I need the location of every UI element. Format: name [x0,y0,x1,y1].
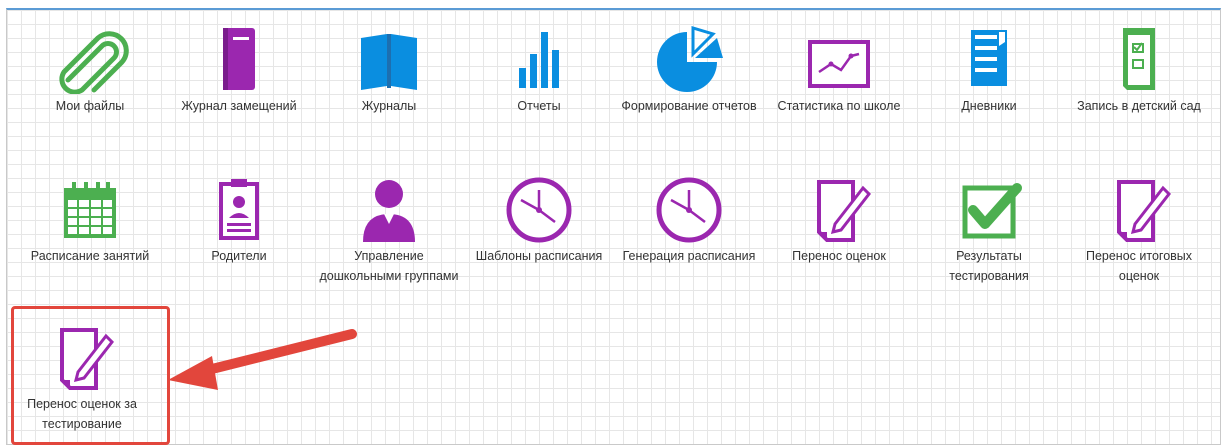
tile-schedule-generation[interactable]: Генерация расписания [619,174,759,266]
highlight-box [11,306,170,445]
id-badge-icon [197,174,281,244]
checklist-document-icon [1097,24,1181,94]
tile-class-schedule[interactable]: Расписание занятий [20,174,160,266]
tile-preschool-groups[interactable]: Управление дошкольными группами [319,174,459,286]
tile-grade-transfer[interactable]: Перенос оценок [769,174,909,266]
tile-label: Расписание занятий [30,249,150,263]
tile-reports[interactable]: Отчеты [469,24,609,116]
tile-label: Перенос итоговых оценок [1085,249,1193,283]
tile-journals[interactable]: Журналы [319,24,459,116]
clock-icon [647,174,731,244]
tile-label: Статистика по школе [777,99,901,113]
clock-icon [497,174,581,244]
tile-label: Формирование отчетов [621,99,757,113]
tile-label: Дневники [961,99,1017,113]
tile-report-generation[interactable]: Формирование отчетов [619,24,759,116]
tile-final-grade-transfer[interactable]: Перенос итоговых оценок [1069,174,1209,286]
tile-kindergarten-enrollment[interactable]: Запись в детский сад [1069,24,1209,116]
tile-parents[interactable]: Родители [169,174,309,266]
tile-label: Мои файлы [55,99,125,113]
tile-label: Журналы [361,99,417,113]
line-chart-icon [797,24,881,94]
tile-label: Запись в детский сад [1077,99,1201,113]
tile-label: Шаблоны расписания [475,249,603,263]
document-pencil-icon [1097,174,1181,244]
checkmark-icon [947,174,1031,244]
tile-diaries[interactable]: Дневники [919,24,1059,116]
tile-label: Отчеты [517,99,561,113]
tile-test-results[interactable]: Результаты тестирования [919,174,1059,286]
tile-label: Генерация расписания [622,249,756,263]
journal-book-icon [197,24,281,94]
open-book-icon [347,24,431,94]
paperclip-icon [48,24,132,94]
tile-schedule-templates[interactable]: Шаблоны расписания [469,174,609,266]
tile-substitution-journal[interactable]: Журнал замещений [169,24,309,116]
tile-label: Результаты тестирования [949,249,1029,283]
tile-school-statistics[interactable]: Статистика по школе [769,24,909,116]
diary-notebook-icon [947,24,1031,94]
person-icon [347,174,431,244]
bar-chart-icon [497,24,581,94]
tile-my-files[interactable]: Мои файлы [20,24,160,116]
tile-label: Журнал замещений [181,99,297,113]
calendar-icon [48,174,132,244]
document-pencil-icon [797,174,881,244]
tile-label: Перенос оценок [792,249,886,263]
pointer-arrow-icon [168,329,357,390]
tile-label: Родители [211,249,267,263]
tile-label: Управление дошкольными группами [319,249,459,283]
pie-chart-icon [647,24,731,94]
